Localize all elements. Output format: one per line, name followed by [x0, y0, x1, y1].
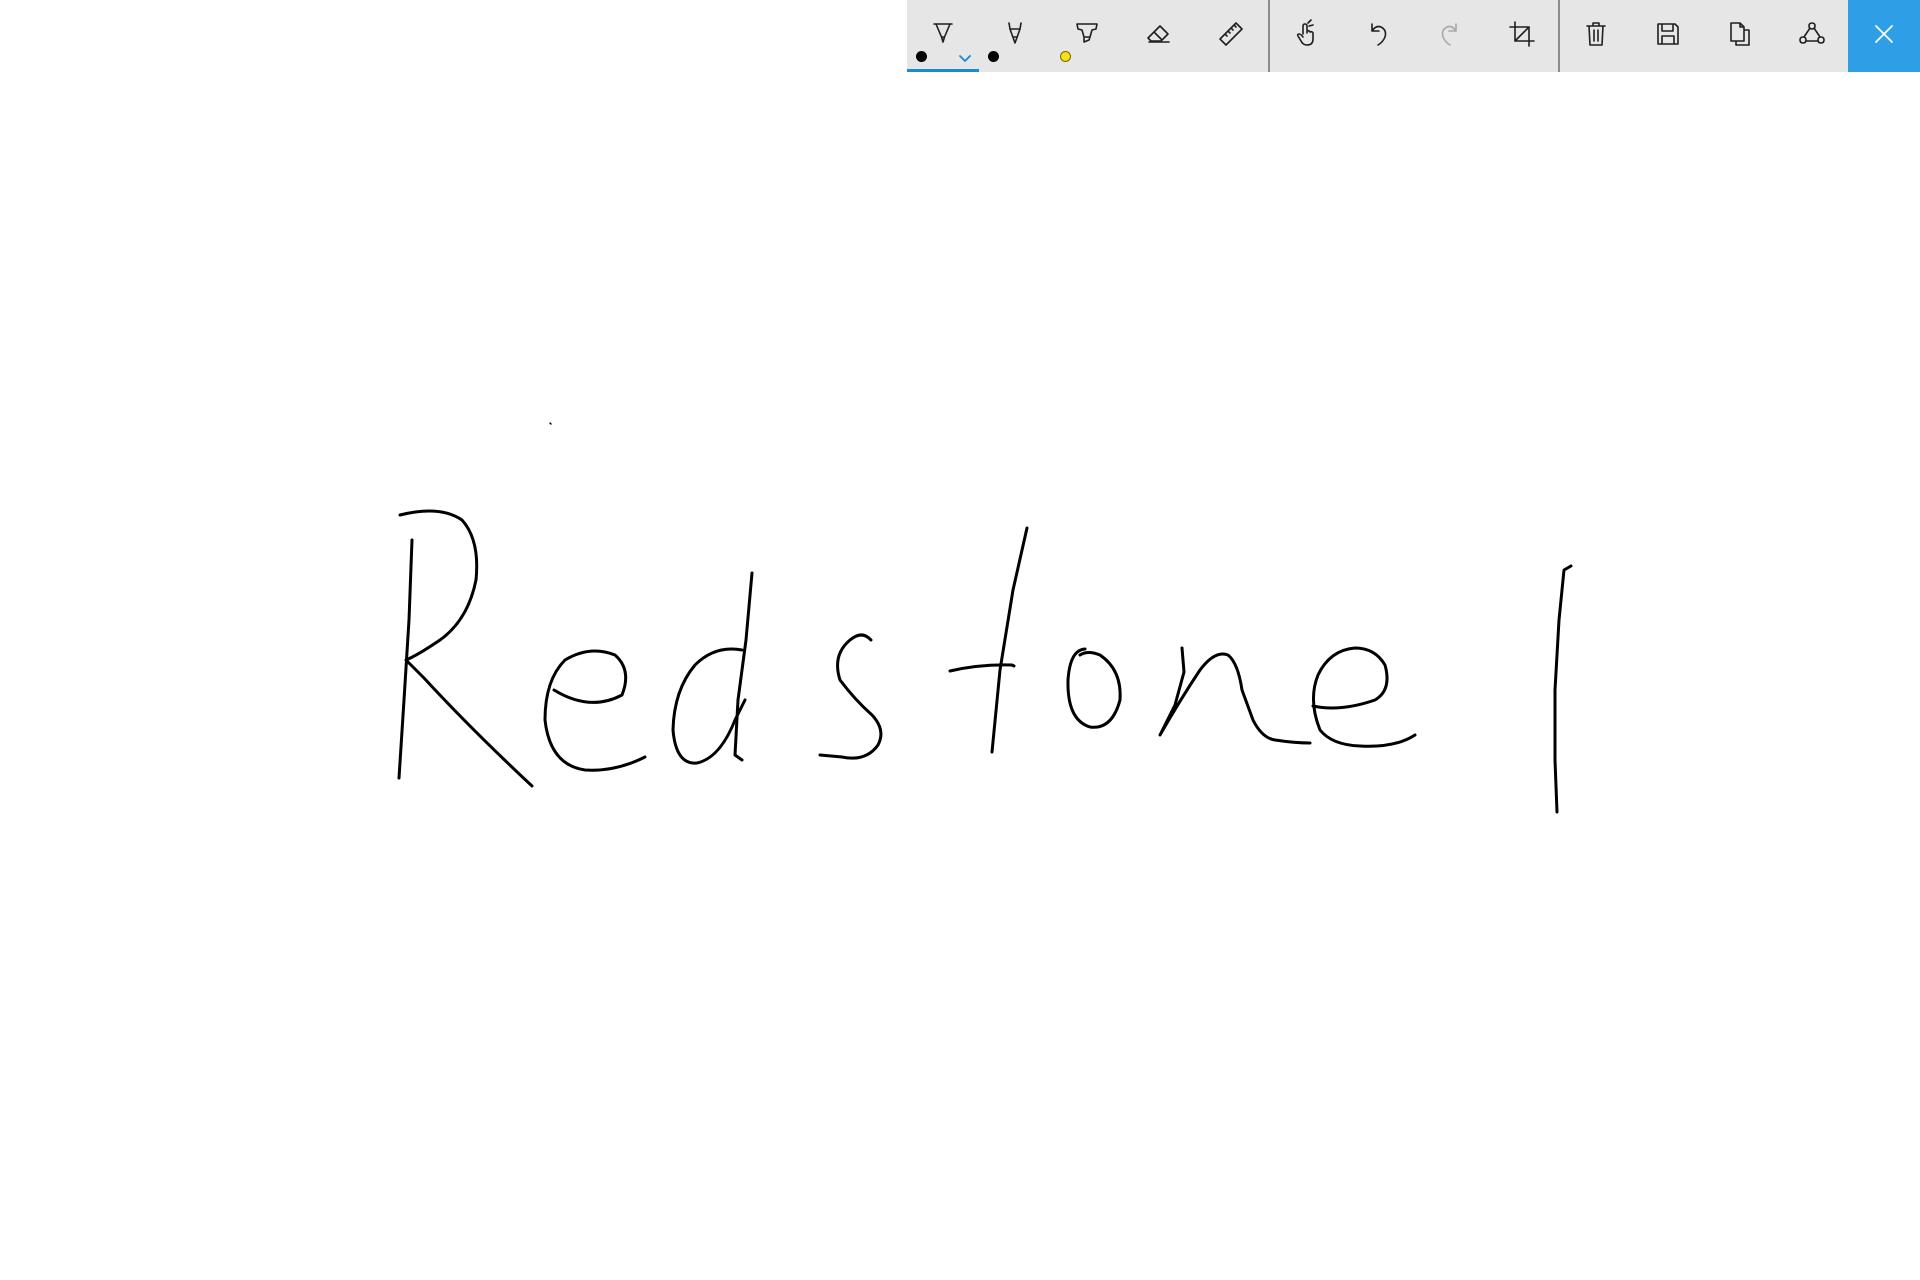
- sketch-page: [0, 0, 1920, 1280]
- ink-letter-t: [990, 526, 1029, 754]
- ink-letter-e: [543, 649, 647, 772]
- ink-letter-s: [818, 633, 883, 760]
- handwritten-text: [397, 422, 1573, 814]
- ink-letter-o: [1066, 647, 1122, 729]
- ink-letter-e: [1311, 646, 1417, 748]
- ink-digit-1: [1553, 564, 1573, 814]
- ink-letter-n: [1158, 646, 1312, 745]
